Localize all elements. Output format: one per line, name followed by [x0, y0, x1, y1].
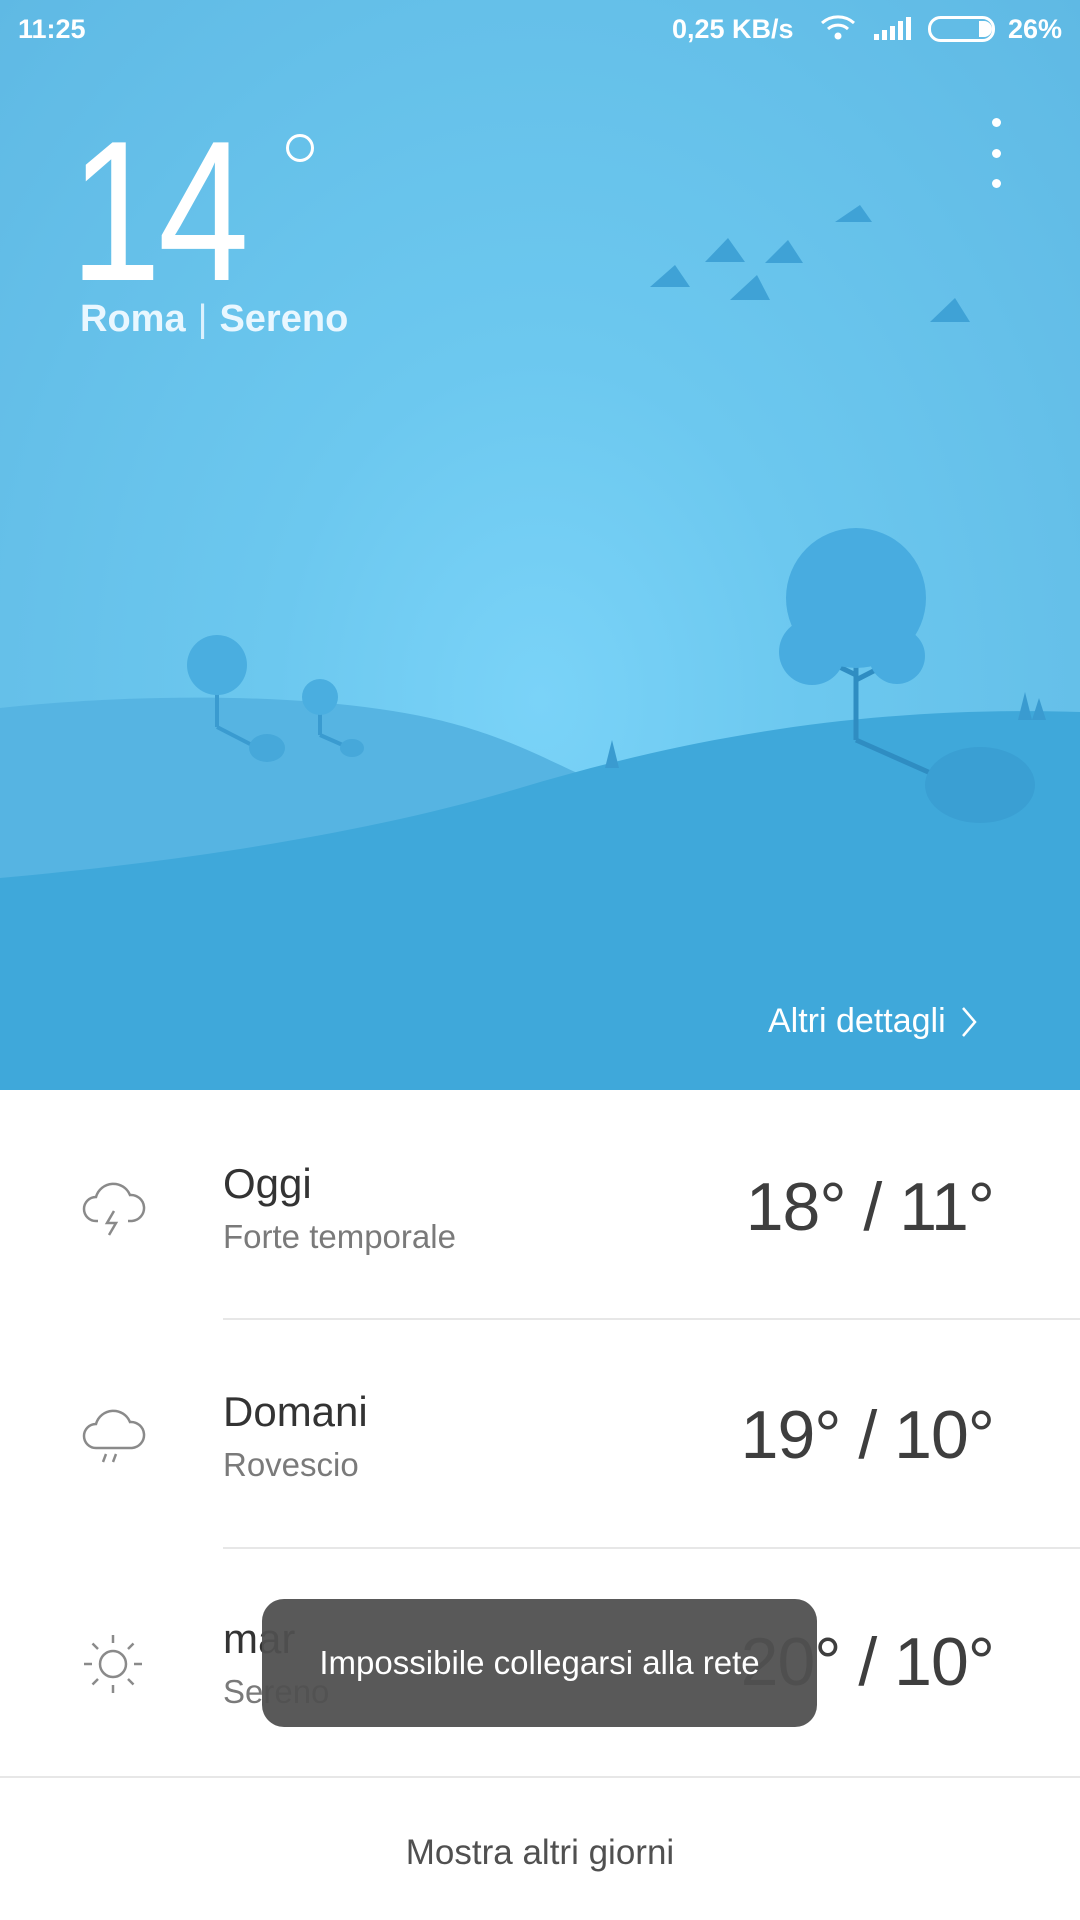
degree-symbol [286, 134, 314, 162]
more-vertical-icon[interactable] [976, 118, 1016, 188]
more-details-label: Altri dettagli [768, 1002, 946, 1040]
forecast-row-today[interactable]: Oggi Forte temporale 18° / 11° [0, 1090, 1080, 1318]
city-name: Roma [80, 298, 186, 340]
forecast-condition: Rovescio [223, 1446, 359, 1483]
sun-icon [78, 1629, 148, 1699]
birds-decoration [650, 205, 970, 322]
forecast-day: Oggi [223, 1160, 312, 1207]
forecast-temps: 18° / 11° [745, 1169, 995, 1245]
forecast-temps: 19° / 10° [740, 1397, 995, 1473]
current-temperature: 14 [70, 112, 249, 312]
current-condition: Sereno [219, 298, 349, 340]
status-time: 11:25 [18, 14, 86, 44]
toast-message: Impossibile collegarsi alla rete [319, 1644, 760, 1681]
temperature-value: 14 [70, 100, 249, 323]
chevron-right-icon [961, 1006, 977, 1037]
wifi-icon [820, 14, 856, 49]
battery-icon [928, 16, 1000, 49]
forecast-row-tomorrow[interactable]: Domani Rovescio 19° / 10° [0, 1320, 1080, 1548]
network-error-toast: Impossibile collegarsi alla rete [262, 1599, 817, 1727]
more-details-link[interactable]: Altri dettagli [768, 1002, 978, 1041]
separator: | [197, 298, 208, 340]
forecast-condition: Forte temporale [223, 1218, 456, 1255]
battery-percentage: 26% [1008, 14, 1063, 44]
forecast-day: Domani [223, 1388, 368, 1435]
status-bar: 11:25 0,25 KB/s 26% [0, 0, 1080, 60]
thunderstorm-icon [78, 1173, 148, 1243]
network-speed: 0,25 KB/s [672, 14, 794, 44]
rain-icon [78, 1402, 148, 1472]
weather-hero: 11:25 0,25 KB/s 26% 14 Roma | Sereno Alt… [0, 0, 1080, 1090]
show-more-days-button[interactable]: Mostra altri giorni [0, 1833, 1080, 1873]
signal-icon [872, 16, 914, 49]
list-divider [0, 1776, 1080, 1778]
location-condition[interactable]: Roma | Sereno [80, 298, 348, 341]
